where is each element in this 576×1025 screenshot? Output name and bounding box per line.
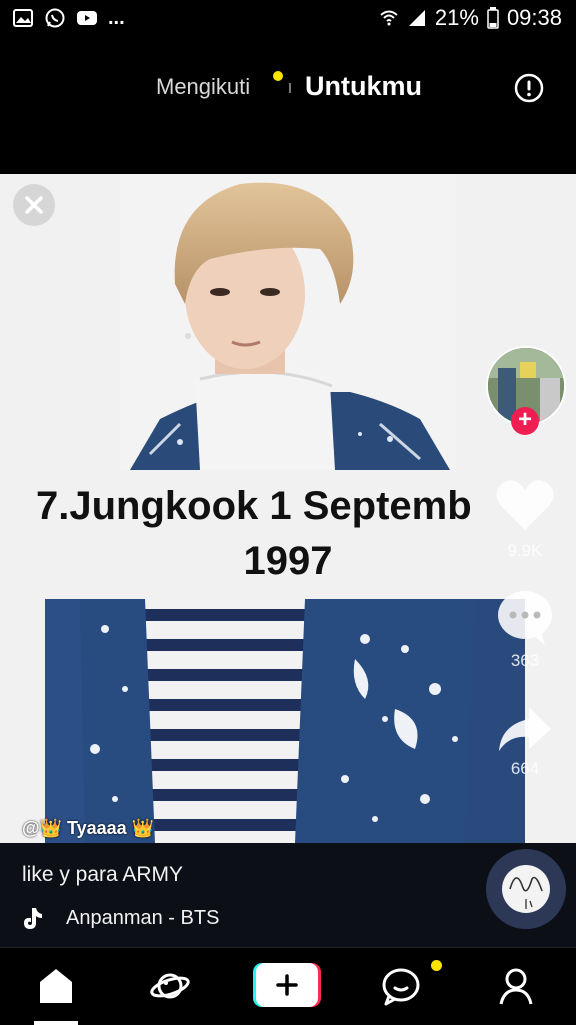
status-bar: ... 21% 09:38 <box>0 0 576 38</box>
comment-button[interactable] <box>495 589 555 652</box>
music-info[interactable]: Anpanman - BTS <box>22 906 219 930</box>
clock: 09:38 <box>506 5 562 30</box>
portrait-image-top <box>120 174 456 470</box>
status-right: 21% 09:38 <box>379 5 562 31</box>
comment-icon <box>498 591 552 645</box>
inbox-notification-dot <box>431 960 442 971</box>
home-icon[interactable] <box>36 966 76 1006</box>
like-button[interactable] <box>495 478 555 537</box>
tab-divider <box>289 83 291 93</box>
info-icon[interactable] <box>514 73 544 103</box>
create-button[interactable] <box>253 963 321 1007</box>
gallery-icon <box>13 9 33 27</box>
close-icon <box>25 196 43 214</box>
feed-tabs: Mengikuti Untukmu <box>0 38 576 174</box>
heart-icon <box>496 480 554 530</box>
portrait-image-bottom <box>45 599 525 843</box>
follow-button[interactable]: + <box>511 407 539 435</box>
music-disc[interactable] <box>486 849 566 929</box>
share-button[interactable] <box>495 703 555 760</box>
video-caption: like y para ARMY <box>22 863 184 886</box>
inbox-icon[interactable] <box>381 966 421 1006</box>
wifi-icon <box>380 10 398 26</box>
notification-icons: ... <box>12 7 125 29</box>
video-player[interactable]: 7.Jungkook 1 Septemb 1997 @👑 Tyaaaa 👑 <box>0 174 576 843</box>
caption-panel: like y para ARMY Anpanman - BTS <box>0 843 576 947</box>
home-active-indicator <box>34 1021 78 1025</box>
discover-planet-icon[interactable] <box>150 966 190 1006</box>
youtube-icon <box>77 11 97 25</box>
share-icon <box>499 707 551 751</box>
whatsapp-icon <box>45 8 65 28</box>
tab-following[interactable]: Mengikuti <box>156 74 250 100</box>
like-count: 9.9K <box>507 541 543 560</box>
comment-count: 363 <box>510 651 540 670</box>
signal-icon <box>408 10 425 26</box>
tiktok-note-icon <box>24 908 42 929</box>
battery-percent: 21% <box>434 5 479 30</box>
disc-artwork <box>486 849 566 929</box>
more-notifications: ... <box>108 7 125 29</box>
new-content-dot <box>273 71 283 81</box>
profile-icon[interactable] <box>496 966 536 1006</box>
share-count: 664 <box>510 759 540 778</box>
close-button[interactable] <box>13 184 55 226</box>
bottom-nav <box>0 947 576 1025</box>
tab-for-you[interactable]: Untukmu <box>305 71 422 102</box>
music-title: Anpanman - BTS <box>66 906 220 929</box>
battery-icon <box>487 7 499 29</box>
creator-watermark: @👑 Tyaaaa 👑 <box>22 818 155 838</box>
